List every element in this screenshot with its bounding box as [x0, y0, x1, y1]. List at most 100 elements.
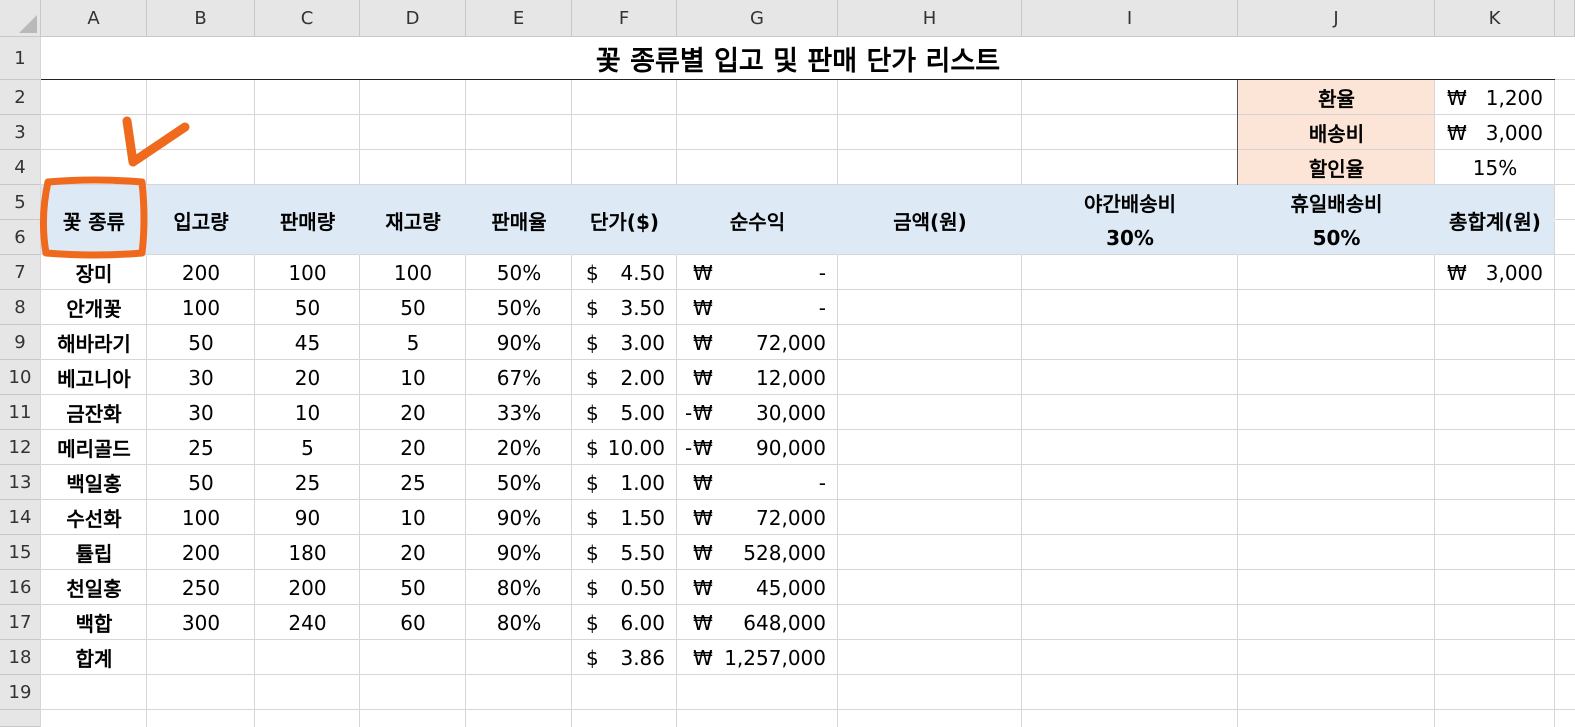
stock-qty[interactable]: 10 [360, 500, 466, 535]
net-profit[interactable]: 30,000 [677, 395, 838, 430]
column-header-a[interactable]: A [41, 0, 147, 37]
unit-price[interactable]: 10.00 [572, 430, 677, 465]
column-header-k[interactable]: K [1435, 0, 1555, 37]
column-header-c[interactable]: C [255, 0, 360, 37]
row-header-5[interactable]: 5 [0, 185, 41, 220]
sold-qty[interactable]: 5 [255, 430, 360, 465]
sell-rate[interactable]: 90% [466, 325, 572, 360]
summary-profit[interactable]: 1,257,000 [677, 640, 838, 675]
stock-qty[interactable]: 20 [360, 395, 466, 430]
sell-rate[interactable]: 50% [466, 255, 572, 290]
net-profit[interactable]: 90,000 [677, 430, 838, 465]
row-header-18[interactable]: 18 [0, 640, 41, 675]
in-qty[interactable]: 50 [147, 465, 255, 500]
unit-price[interactable]: 3.50 [572, 290, 677, 325]
net-profit[interactable]: - [677, 465, 838, 500]
unit-price[interactable]: 3.00 [572, 325, 677, 360]
sell-rate[interactable]: 80% [466, 605, 572, 640]
row-header-19[interactable]: 19 [0, 675, 41, 710]
sell-rate[interactable]: 67% [466, 360, 572, 395]
unit-price[interactable]: 1.50 [572, 500, 677, 535]
column-header-i[interactable]: I [1022, 0, 1238, 37]
unit-price[interactable]: 0.50 [572, 570, 677, 605]
in-qty[interactable]: 30 [147, 360, 255, 395]
column-header-b[interactable]: B [147, 0, 255, 37]
flower-name[interactable]: 베고니아 [41, 360, 147, 395]
row-header-4[interactable]: 4 [0, 150, 41, 185]
stock-qty[interactable]: 10 [360, 360, 466, 395]
column-header-f[interactable]: F [572, 0, 677, 37]
row-header-12[interactable]: 12 [0, 430, 41, 465]
sold-qty[interactable]: 180 [255, 535, 360, 570]
in-qty[interactable]: 300 [147, 605, 255, 640]
flower-name[interactable]: 장미 [41, 255, 147, 290]
flower-name[interactable]: 천일홍 [41, 570, 147, 605]
flower-name[interactable]: 금잔화 [41, 395, 147, 430]
stock-qty[interactable]: 20 [360, 430, 466, 465]
setting-value[interactable]: 15% [1435, 150, 1555, 185]
sold-qty[interactable]: 50 [255, 290, 360, 325]
summary-price[interactable]: 3.86 [572, 640, 677, 675]
column-header-e[interactable]: E [466, 0, 572, 37]
in-qty[interactable]: 25 [147, 430, 255, 465]
sell-rate[interactable]: 50% [466, 290, 572, 325]
flower-name[interactable]: 백일홍 [41, 465, 147, 500]
column-header-h[interactable]: H [838, 0, 1022, 37]
setting-label[interactable]: 할인율 [1238, 150, 1435, 185]
flower-name[interactable]: 튤립 [41, 535, 147, 570]
sold-qty[interactable]: 20 [255, 360, 360, 395]
row-header-3[interactable]: 3 [0, 115, 41, 150]
in-qty[interactable]: 30 [147, 395, 255, 430]
column-header-j[interactable]: J [1238, 0, 1435, 37]
sell-rate[interactable]: 90% [466, 500, 572, 535]
setting-value[interactable]: 1,200 [1435, 80, 1555, 115]
row-header-1[interactable]: 1 [0, 37, 41, 80]
stock-qty[interactable]: 60 [360, 605, 466, 640]
sold-qty[interactable]: 10 [255, 395, 360, 430]
unit-price[interactable]: 2.00 [572, 360, 677, 395]
sell-rate[interactable]: 90% [466, 535, 572, 570]
in-qty[interactable]: 100 [147, 500, 255, 535]
stock-qty[interactable]: 5 [360, 325, 466, 360]
net-profit[interactable]: 45,000 [677, 570, 838, 605]
unit-price[interactable]: 4.50 [572, 255, 677, 290]
row-header-2[interactable]: 2 [0, 80, 41, 115]
summary-label[interactable]: 합계 [41, 640, 147, 675]
sold-qty[interactable]: 200 [255, 570, 360, 605]
unit-price[interactable]: 5.00 [572, 395, 677, 430]
in-qty[interactable]: 200 [147, 535, 255, 570]
row-header-9[interactable]: 9 [0, 325, 41, 360]
sell-rate[interactable]: 50% [466, 465, 572, 500]
sell-rate[interactable]: 33% [466, 395, 572, 430]
in-qty[interactable]: 50 [147, 325, 255, 360]
net-profit[interactable]: 72,000 [677, 500, 838, 535]
net-profit[interactable]: 12,000 [677, 360, 838, 395]
sold-qty[interactable]: 45 [255, 325, 360, 360]
stock-qty[interactable]: 50 [360, 290, 466, 325]
net-profit[interactable]: - [677, 290, 838, 325]
stock-qty[interactable]: 50 [360, 570, 466, 605]
setting-value[interactable]: 3,000 [1435, 115, 1555, 150]
unit-price[interactable]: 1.00 [572, 465, 677, 500]
in-qty[interactable]: 100 [147, 290, 255, 325]
net-profit[interactable]: 648,000 [677, 605, 838, 640]
flower-name[interactable]: 안개꽃 [41, 290, 147, 325]
sold-qty[interactable]: 240 [255, 605, 360, 640]
grand-total[interactable]: 3,000 [1435, 255, 1555, 290]
flower-name[interactable]: 수선화 [41, 500, 147, 535]
setting-label[interactable]: 환율 [1238, 80, 1435, 115]
net-profit[interactable]: - [677, 255, 838, 290]
stock-qty[interactable]: 100 [360, 255, 466, 290]
row-header-13[interactable]: 13 [0, 465, 41, 500]
select-all-corner[interactable] [0, 0, 41, 37]
row-header-7[interactable]: 7 [0, 255, 41, 290]
sell-rate[interactable]: 20% [466, 430, 572, 465]
sell-rate[interactable]: 80% [466, 570, 572, 605]
sold-qty[interactable]: 90 [255, 500, 360, 535]
in-qty[interactable]: 250 [147, 570, 255, 605]
sold-qty[interactable]: 25 [255, 465, 360, 500]
net-profit[interactable]: 72,000 [677, 325, 838, 360]
row-header-17[interactable]: 17 [0, 605, 41, 640]
row-header-10[interactable]: 10 [0, 360, 41, 395]
column-header-d[interactable]: D [360, 0, 466, 37]
